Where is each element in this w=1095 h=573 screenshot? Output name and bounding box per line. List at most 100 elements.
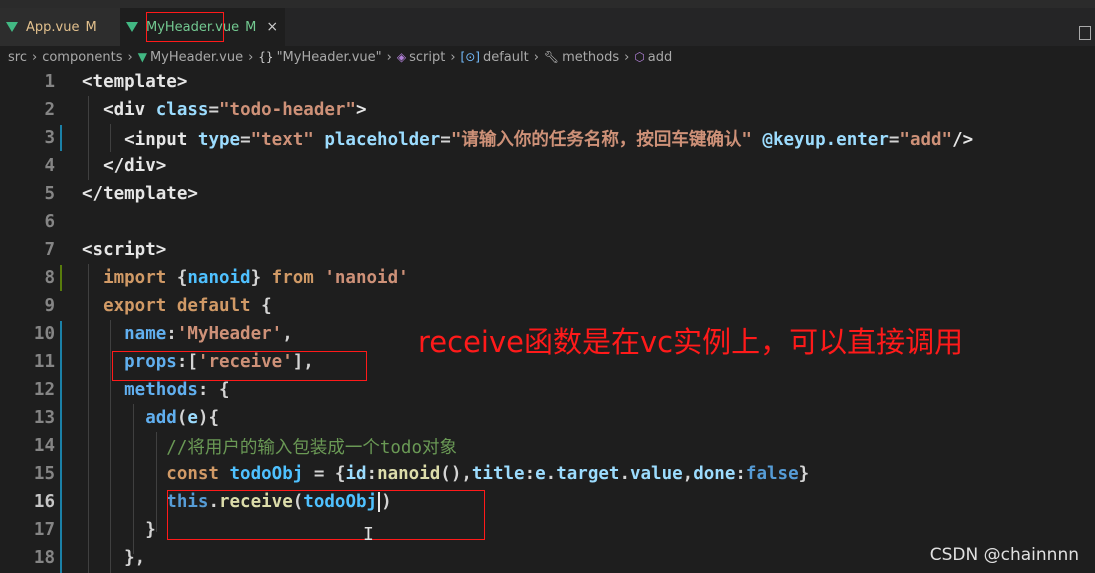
vue-file-icon: ▼ bbox=[137, 50, 147, 64]
code-token: "text" bbox=[250, 129, 314, 150]
code-text: </template> bbox=[82, 184, 198, 204]
chevron-right-icon: › bbox=[31, 49, 38, 65]
code-token: placeholder bbox=[313, 129, 441, 150]
annotation-text: receive函数是在vc实例上，可以直接调用 bbox=[418, 325, 964, 359]
chevron-right-icon: › bbox=[386, 49, 392, 65]
code-token: import bbox=[82, 268, 177, 288]
code-token: <div bbox=[82, 100, 156, 120]
code-token: @keyup.enter bbox=[751, 129, 889, 150]
code-token: = bbox=[240, 129, 251, 150]
breadcrumb-script[interactable]: script bbox=[409, 50, 445, 65]
code-token: "add" bbox=[899, 129, 953, 150]
code-line[interactable]: 6 bbox=[0, 208, 1095, 236]
code-token: "todo-header" bbox=[219, 100, 356, 120]
modified-indicator: M bbox=[245, 19, 257, 35]
code-token: export default bbox=[82, 296, 262, 316]
line-number: 9 bbox=[44, 296, 55, 316]
code-line[interactable]: 17 } bbox=[0, 516, 1095, 544]
code-token: nanoid bbox=[377, 464, 441, 484]
split-editor-icon[interactable] bbox=[1079, 26, 1091, 40]
tab-app-vue[interactable]: App.vue M bbox=[0, 8, 120, 46]
code-line[interactable]: 3 <input type="text" placeholder="请输入你的任… bbox=[0, 124, 1095, 152]
code-token: title bbox=[471, 464, 525, 484]
code-token: e bbox=[187, 408, 198, 428]
code-token: } bbox=[250, 268, 272, 288]
tab-highlight-box bbox=[146, 12, 224, 42]
code-line[interactable]: 9 export default { bbox=[0, 292, 1095, 320]
code-token: { bbox=[176, 268, 188, 288]
code-token: , bbox=[282, 324, 293, 344]
code-token: (), bbox=[440, 464, 472, 484]
chevron-right-icon: › bbox=[127, 49, 133, 65]
module-icon: ◈ bbox=[396, 50, 407, 64]
line-number: 10 bbox=[33, 324, 55, 344]
top-strip bbox=[0, 0, 1095, 8]
chevron-right-icon: › bbox=[450, 49, 456, 65]
breadcrumb-src[interactable]: src bbox=[8, 50, 27, 65]
modified-indicator: M bbox=[85, 19, 97, 35]
code-token: add bbox=[82, 408, 177, 428]
code-text: <input type="text" placeholder="请输入你的任务名… bbox=[82, 126, 973, 151]
code-line[interactable]: 5 </template> bbox=[0, 180, 1095, 208]
code-line[interactable]: 4 </div> bbox=[0, 152, 1095, 180]
code-line[interactable]: 8 import {nanoid} from 'nanoid' bbox=[0, 264, 1095, 292]
code-token: "请输入你的任务名称，按回车键确认" bbox=[450, 129, 752, 150]
code-text: export default { bbox=[82, 296, 272, 316]
code-token: > bbox=[355, 100, 367, 120]
close-icon[interactable]: × bbox=[266, 19, 278, 35]
code-line[interactable]: 2 <div class="todo-header"> bbox=[0, 96, 1095, 124]
code-token: type bbox=[197, 129, 241, 150]
code-token: : bbox=[735, 464, 746, 484]
tab-label: App.vue bbox=[26, 19, 80, 35]
code-token: id bbox=[345, 464, 367, 484]
breadcrumb: src › components › ▼ MyHeader.vue › {} "… bbox=[0, 46, 1095, 68]
breadcrumb-components[interactable]: components bbox=[42, 50, 122, 65]
code-token: : bbox=[524, 464, 536, 484]
code-token: , bbox=[682, 464, 694, 484]
code-text: methods: { bbox=[82, 380, 230, 400]
code-line[interactable]: 14 //将用户的输入包装成一个todo对象 bbox=[0, 432, 1095, 460]
object-icon: {} bbox=[258, 50, 274, 64]
code-line[interactable]: 16 this.receive(todoObj) bbox=[0, 488, 1095, 516]
method-cube-icon: ⬡ bbox=[634, 50, 645, 64]
code-text: }, bbox=[82, 548, 145, 568]
code-line[interactable]: 7 <script> bbox=[0, 236, 1095, 264]
watermark: CSDN @chainnnn bbox=[929, 545, 1079, 565]
breadcrumb-default[interactable]: default bbox=[483, 50, 529, 65]
code-text: //将用户的输入包装成一个todo对象 bbox=[82, 434, 457, 459]
breadcrumb-methods[interactable]: methods bbox=[562, 50, 619, 65]
code-text: name:'MyHeader', bbox=[82, 324, 293, 344]
line-number: 3 bbox=[44, 128, 55, 148]
code-token: methods bbox=[82, 380, 198, 400]
text-cursor-icon: I bbox=[363, 524, 374, 545]
code-token: <input bbox=[82, 129, 198, 150]
code-token: ( bbox=[176, 408, 188, 428]
code-token: done bbox=[693, 464, 736, 484]
code-token: 'nanoid' bbox=[324, 268, 409, 288]
code-token: . bbox=[619, 464, 630, 484]
breadcrumb-object[interactable]: "MyHeader.vue" bbox=[277, 50, 382, 65]
breadcrumb-file[interactable]: MyHeader.vue bbox=[150, 50, 243, 65]
code-token: //将用户的输入包装成一个todo对象 bbox=[82, 437, 458, 458]
line-number: 6 bbox=[44, 212, 55, 232]
code-line[interactable]: 15 const todoObj = {id:nanoid(),title:e.… bbox=[0, 460, 1095, 488]
line-number: 5 bbox=[44, 184, 55, 204]
code-line[interactable]: 1 <template> bbox=[0, 68, 1095, 96]
chevron-right-icon: › bbox=[248, 49, 254, 65]
code-line[interactable]: 13 add(e){ bbox=[0, 404, 1095, 432]
code-token: name bbox=[82, 324, 167, 344]
code-token: from bbox=[271, 268, 325, 288]
code-token: : { bbox=[197, 380, 230, 400]
code-token: } bbox=[798, 464, 810, 484]
code-token: nanoid bbox=[187, 268, 251, 288]
code-token: todoObj bbox=[229, 464, 304, 484]
vue-file-icon bbox=[126, 22, 138, 32]
code-token: class bbox=[155, 100, 209, 120]
code-token: /> bbox=[952, 129, 974, 150]
code-token: e bbox=[535, 464, 546, 484]
line-number: 4 bbox=[44, 156, 55, 176]
line-number: 18 bbox=[33, 548, 55, 568]
vue-file-icon bbox=[6, 22, 18, 32]
field-icon: [⊙] bbox=[460, 50, 480, 64]
breadcrumb-add[interactable]: add bbox=[648, 50, 672, 65]
